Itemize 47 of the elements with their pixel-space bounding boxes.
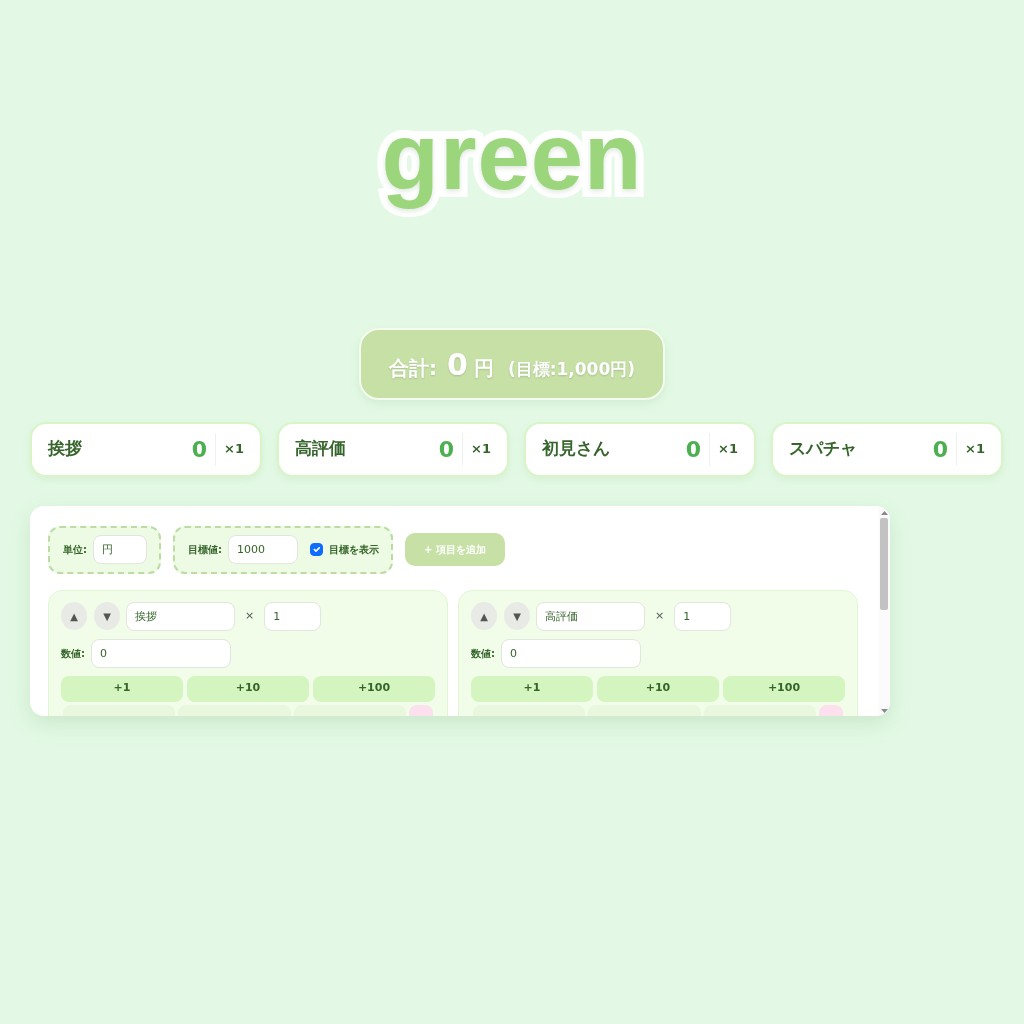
counter-multiplier: ×1: [964, 440, 985, 459]
increment-button[interactable]: +1: [471, 675, 593, 702]
scroll-up-icon[interactable]: [880, 510, 888, 515]
move-up-button[interactable]: ▲: [61, 602, 87, 630]
times-sign: ×: [245, 607, 255, 624]
increment-button[interactable]: +100: [313, 675, 435, 702]
increment-button[interactable]: +10: [187, 675, 309, 702]
counter-value: 0: [685, 432, 711, 466]
counter-multiplier: ×1: [717, 440, 738, 459]
times-sign: ×: [655, 607, 665, 624]
value-label: 数値:: [61, 646, 85, 661]
value-input[interactable]: 0: [91, 638, 231, 668]
total-value: 0: [447, 345, 468, 384]
counter-name: スパチャ: [789, 437, 858, 461]
item-name-input[interactable]: 挨拶: [126, 601, 235, 631]
move-down-button[interactable]: ▼: [504, 602, 530, 630]
increment-button[interactable]: +100: [723, 675, 845, 702]
counter-name: 高評価: [295, 437, 347, 461]
move-up-button[interactable]: ▲: [471, 602, 497, 630]
increment-button[interactable]: +1: [61, 675, 183, 702]
goal-text: (目標:1,000円): [507, 357, 635, 381]
unit-input[interactable]: 円: [93, 535, 147, 564]
goal-label: 目標値:: [188, 543, 222, 557]
show-goal-checkbox[interactable]: [310, 543, 323, 556]
show-goal-label: 目標を表示: [329, 543, 379, 557]
total-unit: 円: [473, 354, 494, 382]
unit-label: 単位:: [63, 543, 87, 557]
total-label: 合計:: [389, 354, 437, 382]
scrollbar-thumb[interactable]: [880, 517, 888, 610]
counter-name: 初見さん: [542, 437, 611, 461]
increment-button[interactable]: +10: [597, 675, 719, 702]
multiplier-input[interactable]: 1: [674, 601, 732, 631]
scrollbar-track[interactable]: [878, 505, 890, 716]
multiplier-input[interactable]: 1: [264, 601, 322, 631]
counter-multiplier: ×1: [470, 440, 491, 459]
item-name-input[interactable]: 高評価: [536, 601, 645, 631]
counter-value: 0: [438, 432, 464, 466]
counter-multiplier: ×1: [223, 440, 244, 459]
scroll-down-icon[interactable]: [880, 708, 888, 713]
counter-name: 挨拶: [48, 437, 83, 461]
value-input[interactable]: 0: [501, 638, 641, 668]
value-label: 数値:: [471, 646, 495, 661]
page-title: green: [381, 103, 643, 211]
goal-input[interactable]: 1000: [228, 535, 298, 564]
counter-value: 0: [191, 432, 217, 466]
counter-value: 0: [932, 432, 958, 466]
move-down-button[interactable]: ▼: [94, 602, 120, 630]
